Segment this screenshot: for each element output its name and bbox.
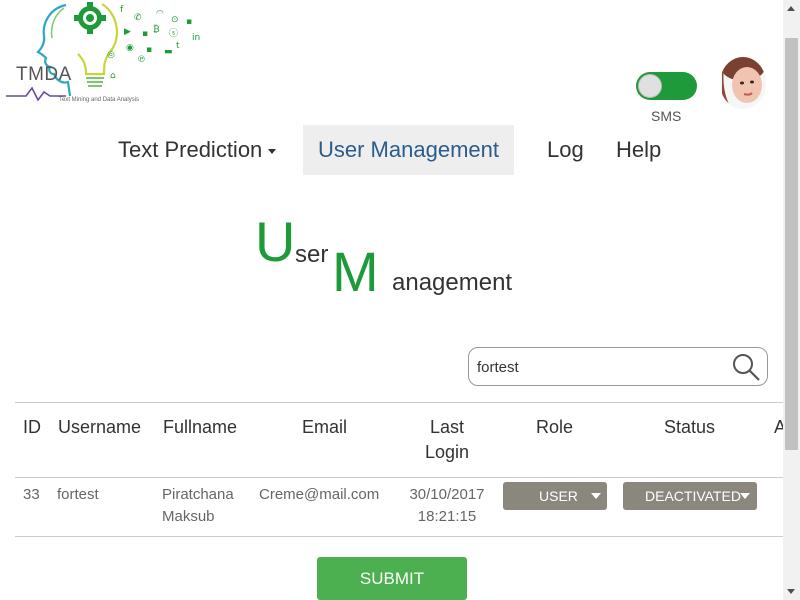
caret-down-icon	[740, 493, 750, 499]
svg-text:in: in	[192, 33, 200, 43]
caret-down-icon	[591, 493, 601, 499]
svg-text:₿: ₿	[153, 24, 160, 35]
cell-id: 33	[23, 486, 40, 503]
avatar-photo-icon	[720, 57, 766, 109]
title-initial-m: M	[332, 240, 379, 303]
scroll-down-arrow-icon[interactable]	[787, 589, 795, 594]
header-username: Username	[58, 417, 142, 437]
title-rest-anagement: anagement	[392, 269, 513, 296]
logo-title: TMDA	[16, 64, 72, 85]
table-row-divider	[15, 536, 785, 537]
search-input[interactable]	[477, 356, 727, 378]
cell-last-login-date: 30/10/2017	[409, 486, 485, 503]
nav-user-management-label: User Management	[318, 137, 499, 162]
page-scrollbar[interactable]	[783, 0, 800, 600]
header-email: Email	[302, 417, 348, 437]
table-top-divider	[15, 402, 785, 403]
role-dropdown[interactable]: USER	[503, 482, 607, 510]
page-title: U ser M anagement	[255, 212, 575, 312]
svg-text:f: f	[120, 5, 124, 15]
caret-down-icon	[268, 148, 277, 154]
nav-log[interactable]: Log	[547, 125, 584, 175]
sms-label: SMS	[651, 108, 682, 124]
cell-fullname: Piratchana Maksub	[162, 484, 234, 528]
nav-help-label: Help	[616, 137, 662, 162]
table-header-divider	[15, 477, 785, 478]
nav-text-prediction-label: Text Prediction	[118, 137, 263, 162]
brain-lightbulb-icon: f ✆ ◠ ⊙ ▪ ▶ ▪ ₿ ⓢ ◉ ▪ ▬ t in ◎ ℗ ⌂	[6, 2, 200, 102]
submit-button[interactable]: SUBMIT	[317, 557, 467, 600]
scrollbar-thumb[interactable]	[785, 38, 798, 450]
cell-username: fortest	[57, 486, 99, 503]
svg-text:t: t	[176, 41, 180, 51]
svg-text:▪: ▪	[142, 29, 148, 39]
svg-text:✆: ✆	[134, 13, 142, 23]
user-avatar[interactable]	[720, 57, 766, 109]
svg-text:▶: ▶	[124, 27, 131, 37]
header-role: Role	[536, 417, 574, 437]
toggle-knob	[638, 74, 662, 98]
search-icon[interactable]	[731, 352, 761, 382]
svg-text:⊙: ⊙	[171, 15, 179, 25]
header-status: Status	[664, 417, 716, 437]
status-dropdown[interactable]: DEACTIVATED	[623, 482, 757, 510]
cell-email: Creme@mail.com	[259, 486, 380, 503]
scroll-up-arrow-icon[interactable]	[787, 6, 795, 11]
svg-text:⌂: ⌂	[110, 71, 116, 81]
svg-text:℗: ℗	[137, 55, 146, 65]
cell-last-login-time: 18:21:15	[417, 508, 477, 525]
svg-text:▪: ▪	[146, 45, 152, 55]
search-box	[468, 347, 768, 386]
svg-text:▬: ▬	[164, 47, 173, 57]
header-last-login-line1: Last	[429, 417, 465, 437]
role-dropdown-value: USER	[539, 488, 578, 504]
status-dropdown-value: DEACTIVATED	[645, 488, 741, 504]
svg-text:◎: ◎	[107, 50, 115, 60]
cell-last-login: 30/10/2017 18:21:15	[405, 484, 489, 528]
sms-toggle[interactable]	[636, 72, 697, 100]
svg-text:◉: ◉	[126, 43, 134, 53]
tmda-logo[interactable]: f ✆ ◠ ⊙ ▪ ▶ ▪ ₿ ⓢ ◉ ▪ ▬ t in ◎ ℗ ⌂ TMDA …	[6, 0, 206, 108]
header-id: ID	[23, 417, 41, 437]
nav-log-label: Log	[547, 137, 584, 162]
header-last-login: Last Login	[422, 415, 472, 465]
cell-fullname-line2: Maksub	[162, 508, 215, 525]
nav-text-prediction[interactable]: Text Prediction	[118, 125, 277, 175]
svg-text:◠: ◠	[156, 9, 164, 19]
svg-text:▪: ▪	[186, 17, 192, 27]
nav-user-management[interactable]: User Management	[303, 125, 514, 175]
title-rest-ser: ser	[295, 241, 329, 268]
svg-text:ⓢ: ⓢ	[169, 28, 178, 39]
logo-subtitle: Text Mining and Data Analysis	[59, 97, 140, 103]
title-initial-u: U	[255, 210, 296, 273]
nav-help[interactable]: Help	[616, 125, 661, 175]
cell-fullname-line1: Piratchana	[162, 486, 234, 503]
header-last-login-line2: Login	[424, 442, 470, 462]
header-fullname: Fullname	[163, 417, 238, 437]
